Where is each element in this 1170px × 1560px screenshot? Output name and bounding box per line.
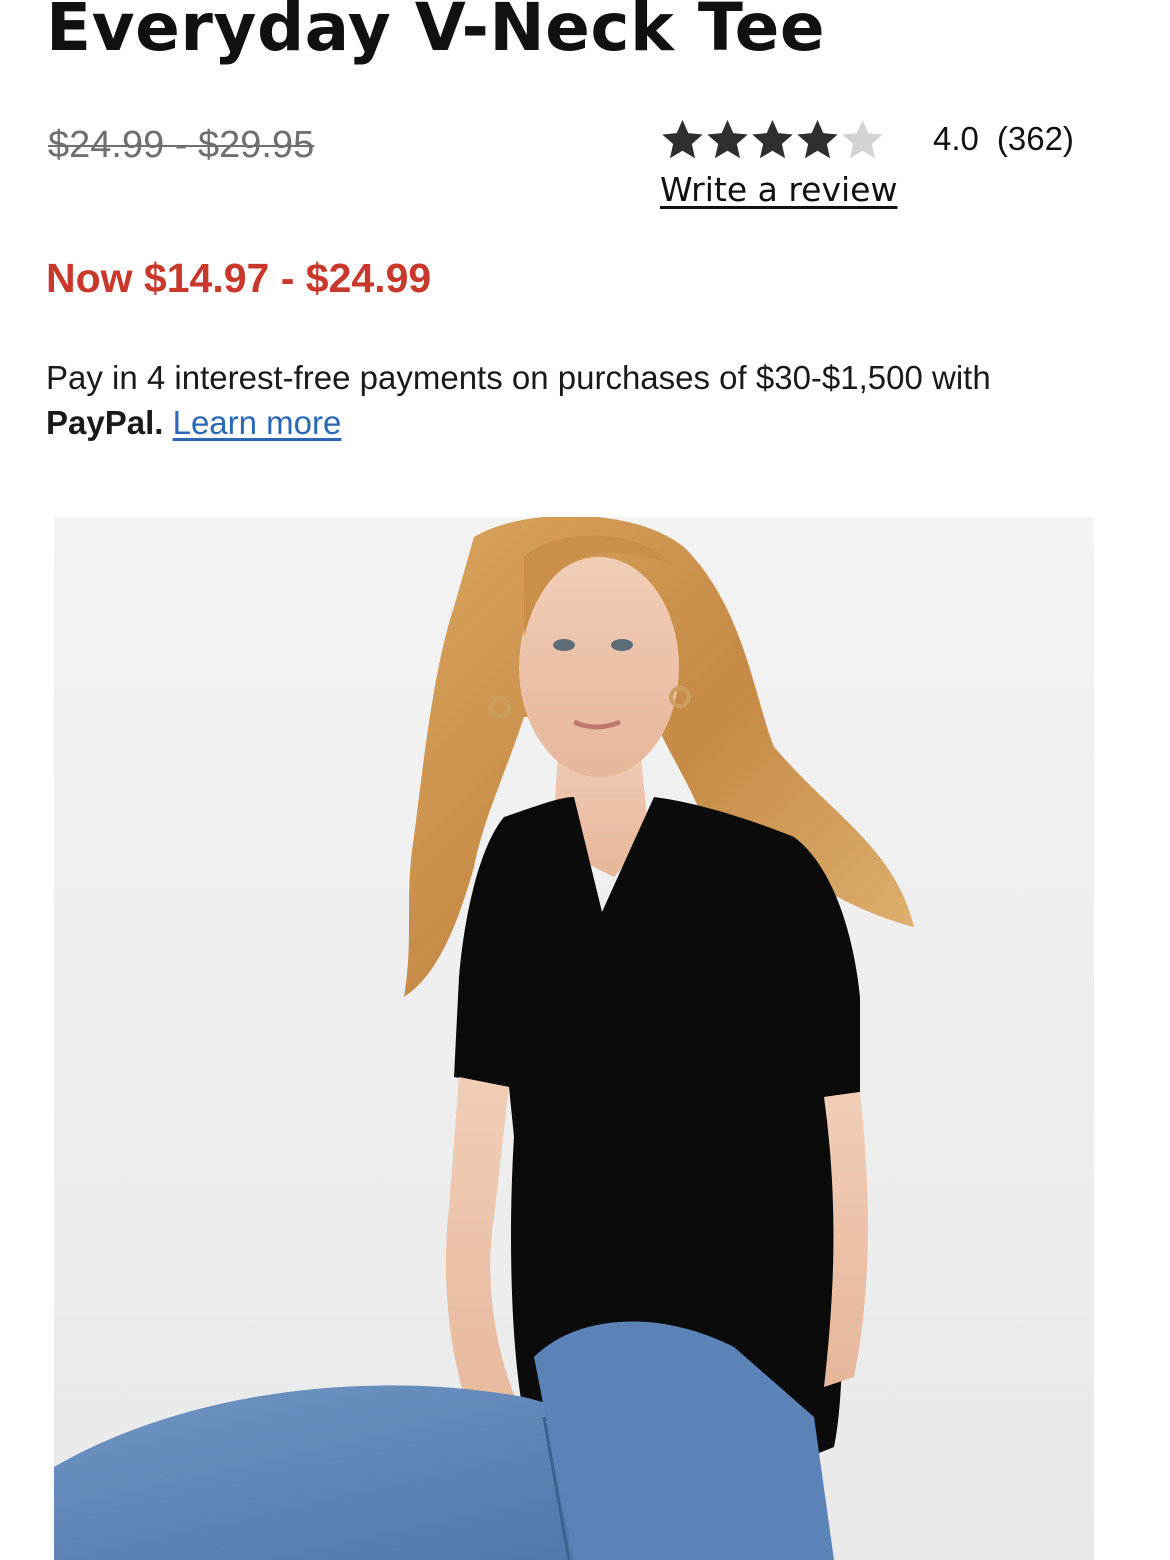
rating-value: 4.0 <box>933 120 979 157</box>
star-filled-icon <box>752 119 793 158</box>
paypal-brand: PayPal. <box>46 404 164 441</box>
star-empty-icon <box>842 119 883 158</box>
star-filled-icon <box>662 119 703 158</box>
product-page: Everyday V-Neck Tee $24.99 - $29.95 4.0 … <box>0 0 1170 1560</box>
paypal-message-text: Pay in 4 interest-free payments on purch… <box>46 359 991 396</box>
product-title: Everyday V-Neck Tee <box>46 0 826 66</box>
star-filled-icon <box>797 119 838 158</box>
learn-more-link[interactable]: Learn more <box>173 404 342 441</box>
star-filled-icon <box>707 119 748 158</box>
review-count[interactable]: (362) <box>997 120 1074 158</box>
paypal-message: Pay in 4 interest-free payments on purch… <box>46 355 1046 445</box>
original-price: $24.99 - $29.95 <box>48 124 315 166</box>
rating-summary[interactable]: 4.0 (362) <box>660 114 1074 164</box>
sale-price: Now $14.97 - $24.99 <box>46 255 432 301</box>
write-review-link[interactable]: Write a review <box>660 168 897 212</box>
product-image[interactable] <box>54 517 1094 1560</box>
star-rating <box>660 117 885 162</box>
model-photo <box>54 517 1094 1560</box>
